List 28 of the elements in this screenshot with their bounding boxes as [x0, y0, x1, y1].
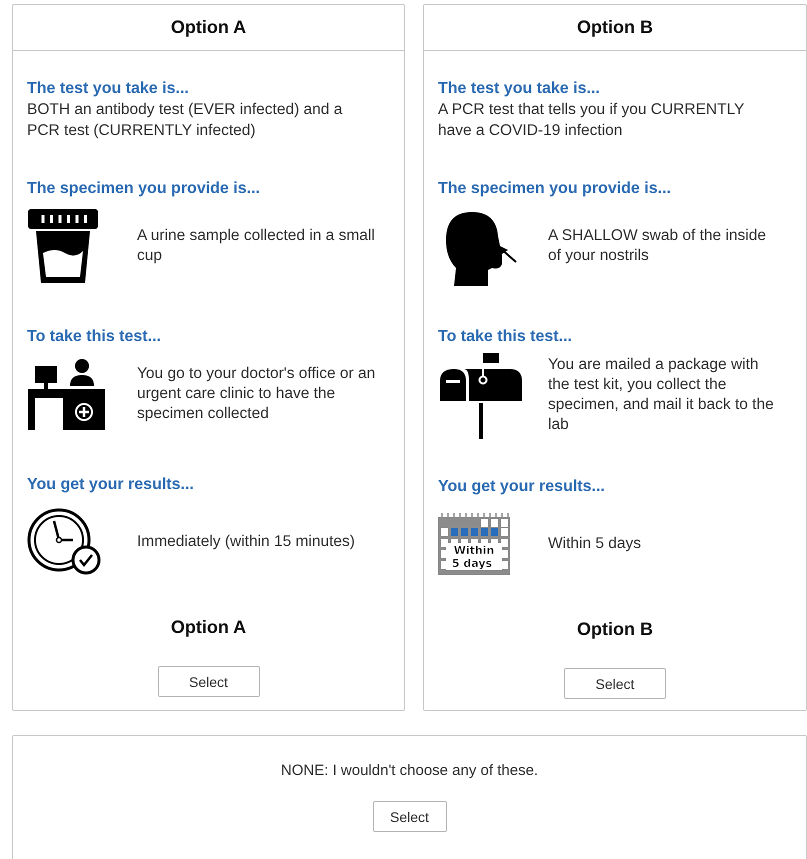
section-text: A urine sample collected in a small cup	[137, 226, 376, 266]
none-option-text: NONE: I wouldn't choose any of these.	[280, 762, 538, 779]
section-heading: The specimen you provide is...	[438, 179, 672, 199]
option-title: Option B	[424, 5, 806, 51]
section-text: You are mailed a package with the test kit, you collect the specimen, and mail it back to the lab	[548, 355, 775, 435]
section-heading: The specimen you provide is...	[27, 179, 261, 199]
section-heading: To take this test...	[27, 327, 162, 347]
section-text: You go to your doctor's office or an urgent care clinic to have the specimen collected	[137, 364, 376, 424]
select-button[interactable]: Select	[158, 666, 260, 697]
option-footer-title: Option B	[576, 619, 654, 640]
section-heading: You get your results...	[27, 475, 195, 495]
option-footer-title: Option A	[170, 617, 248, 638]
section-text: Immediately (within 15 minutes)	[137, 532, 356, 552]
section-heading: You get your results...	[438, 477, 606, 497]
option-title: Option A	[13, 5, 404, 51]
section-text: Within 5 days	[548, 534, 642, 554]
section-heading: The test you take is...	[438, 79, 601, 99]
select-button[interactable]: Select	[372, 801, 446, 832]
section-heading: The test you take is...	[27, 79, 190, 99]
specimen-cup-icon	[27, 208, 99, 284]
section-text: BOTH an antibody test (EVER infected) and a PCR test (CURRENTLY infected)	[27, 100, 344, 141]
section-text: A SHALLOW swab of the inside of your nostrils	[548, 226, 767, 266]
section-text: A PCR test that tells you if you CURRENTLY have a COVID-19 infection	[438, 100, 746, 141]
clock-check-icon	[27, 508, 103, 576]
mailbox-icon	[438, 351, 524, 439]
reception-desk-icon	[27, 358, 105, 430]
section-heading: To take this test...	[438, 327, 573, 347]
select-button[interactable]: Select	[564, 668, 666, 699]
